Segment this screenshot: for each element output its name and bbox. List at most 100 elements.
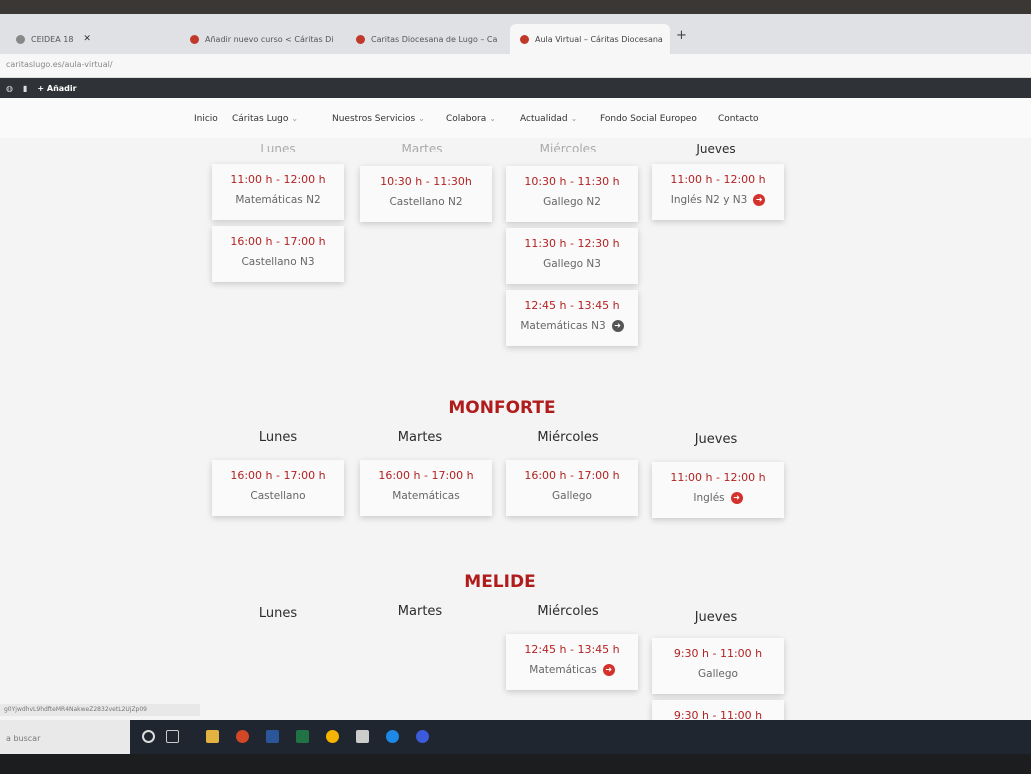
browser-tab[interactable]: Añadir nuevo curso < Cáritas Di ✕: [180, 24, 340, 54]
day-header: Jueves: [694, 610, 738, 625]
day-header: Lunes: [258, 430, 298, 445]
schedule-card[interactable]: 12:45 h - 13:45 h Matemáticas N3 ➜: [506, 290, 638, 346]
day-header: Lunes: [258, 606, 298, 621]
schedule-card[interactable]: 11:00 h - 12:00 h Matemáticas N2: [212, 164, 344, 220]
wp-logo-icon[interactable]: ◍: [6, 84, 13, 93]
day-header: Miércoles: [539, 142, 597, 152]
file-explorer-icon[interactable]: [206, 730, 219, 743]
arrow-right-icon[interactable]: ➜: [753, 194, 766, 206]
schedule-card[interactable]: 11:00 h - 12:00 h Inglés N2 y N3 ➜: [652, 164, 784, 220]
nav-label: Actualidad: [520, 114, 568, 124]
section-title-monforte: MONFORTE: [448, 398, 556, 418]
nav-item-colabora[interactable]: Colabora ⌄: [446, 114, 496, 124]
chrome-icon[interactable]: [326, 730, 339, 743]
arrow-right-icon[interactable]: ➜: [730, 492, 743, 504]
day-header: Martes: [401, 142, 443, 152]
day-header: Jueves: [696, 142, 736, 156]
card-time: 11:00 h - 12:00 h: [670, 173, 766, 186]
browser-tab[interactable]: CEIDEA 18 ✕: [6, 24, 146, 54]
browser-tab[interactable]: Caritas Diocesana de Lugo – Ca ✕: [346, 24, 506, 54]
schedule-card[interactable]: 16:00 h - 17:00 h Gallego: [506, 460, 638, 516]
card-subject: Inglés: [693, 492, 725, 504]
card-time: 16:00 h - 17:00 h: [524, 469, 620, 482]
card-subject: Matemáticas: [529, 664, 597, 676]
site-nav: Inicio Cáritas Lugo ⌄ Nuestros Servicios ⌄…: [0, 98, 1031, 138]
nav-item-fse[interactable]: Fondo Social Europeo: [600, 114, 697, 124]
nav-label: Colabora: [446, 114, 487, 124]
card-subject-row: Inglés N2 y N3 ➜: [652, 194, 784, 206]
schedule-card[interactable]: 12:45 h - 13:45 h Matemáticas ➜: [506, 634, 638, 690]
nav-item-contacto[interactable]: Contacto: [718, 114, 759, 124]
card-subject: Gallego N2: [543, 196, 601, 208]
card-subject: Matemáticas: [392, 490, 460, 502]
cortana-icon[interactable]: [142, 730, 155, 743]
screen: CEIDEA 18 ✕ Añadir nuevo curso < Cáritas…: [0, 14, 1031, 754]
card-time: 10:30 h - 11:30 h: [524, 175, 620, 188]
card-subject: Castellano N3: [241, 256, 315, 268]
schedule-card[interactable]: 16:00 h - 17:00 h Matemáticas: [360, 460, 492, 516]
schedule-card[interactable]: 9:30 h - 11:00 h Gallego: [652, 638, 784, 694]
card-subject-row: Matemáticas N3 ➜: [506, 320, 638, 332]
task-view-icon[interactable]: [166, 730, 179, 743]
card-subject: Castellano: [250, 490, 306, 502]
card-time: 16:00 h - 17:00 h: [378, 469, 474, 482]
favicon-icon: [16, 34, 25, 44]
card-time: 9:30 h - 11:00 h: [673, 647, 763, 660]
nav-label: Nuestros Servicios: [332, 114, 416, 124]
card-time: 16:00 h - 17:00 h: [230, 235, 326, 248]
schedule-card[interactable]: 10:30 h - 11:30h Castellano N2: [360, 166, 492, 222]
arrow-right-icon[interactable]: ➜: [611, 320, 624, 332]
nav-item-servicios[interactable]: Nuestros Servicios ⌄: [332, 114, 425, 124]
card-subject: Matemáticas N2: [235, 194, 321, 206]
card-subject: Gallego: [698, 668, 738, 680]
card-subject-row: Matemáticas ➜: [506, 664, 638, 676]
monitor-bezel-bottom: [0, 754, 1031, 774]
nav-item-caritas-lugo[interactable]: Cáritas Lugo ⌄: [232, 114, 298, 124]
schedule-card[interactable]: 11:00 h - 12:00 h Inglés ➜: [652, 462, 784, 518]
tab-label: Añadir nuevo curso < Cáritas Di: [205, 34, 334, 44]
section-title-melide: MELIDE: [464, 572, 536, 592]
nav-item-actualidad[interactable]: Actualidad ⌄: [520, 114, 577, 124]
card-time: 11:00 h - 12:00 h: [230, 173, 326, 186]
excel-icon[interactable]: [296, 730, 309, 743]
favicon-icon: [356, 34, 365, 44]
comments-icon[interactable]: ▮: [23, 84, 27, 93]
bluetooth-icon[interactable]: [416, 730, 429, 743]
arrow-right-icon[interactable]: ➜: [602, 664, 615, 676]
day-header: Miércoles: [537, 430, 599, 445]
edge-icon[interactable]: [386, 730, 399, 743]
add-new-button[interactable]: + Añadir: [37, 84, 76, 93]
card-subject: Gallego: [552, 490, 592, 502]
chevron-down-icon: ⌄: [291, 114, 299, 123]
monitor: CEIDEA 18 ✕ Añadir nuevo curso < Cáritas…: [0, 0, 1031, 774]
card-time: 11:30 h - 12:30 h: [524, 237, 620, 250]
schedule-card[interactable]: 10:30 h - 11:30 h Gallego N2: [506, 166, 638, 222]
nav-label: Cáritas Lugo: [232, 114, 289, 124]
nav-item-inicio[interactable]: Inicio: [194, 114, 218, 124]
card-time: 10:30 h - 11:30h: [380, 175, 472, 188]
day-header: Lunes: [260, 142, 296, 152]
schedule-card[interactable]: 11:30 h - 12:30 h Gallego N3: [506, 228, 638, 284]
card-subject: Matemáticas N3: [520, 320, 606, 332]
card-time: 12:45 h - 13:45 h: [524, 299, 620, 312]
taskbar-search-input[interactable]: a buscar: [0, 720, 130, 754]
tab-label: Caritas Diocesana de Lugo – Ca: [371, 34, 498, 44]
favicon-icon: [520, 34, 529, 44]
favicon-icon: [190, 34, 199, 44]
tab-label: Aula Virtual – Cáritas Diocesana: [535, 34, 663, 44]
day-header: Martes: [397, 430, 443, 445]
close-icon[interactable]: ✕: [83, 34, 91, 44]
new-tab-button[interactable]: +: [676, 28, 687, 43]
browser-tab-active[interactable]: Aula Virtual – Cáritas Diocesana ✕: [510, 24, 670, 54]
card-subject: Gallego N3: [543, 258, 601, 270]
browser-tabbar: CEIDEA 18 ✕ Añadir nuevo curso < Cáritas…: [0, 14, 1031, 54]
url-text[interactable]: caritaslugo.es/aula-virtual/: [6, 60, 113, 69]
powerpoint-icon[interactable]: [236, 730, 249, 743]
calculator-icon[interactable]: [356, 730, 369, 743]
schedule-card[interactable]: 16:00 h - 17:00 h Castellano: [212, 460, 344, 516]
word-icon[interactable]: [266, 730, 279, 743]
tab-label: CEIDEA 18: [31, 34, 74, 44]
schedule-card[interactable]: 16:00 h - 17:00 h Castellano N3: [212, 226, 344, 282]
address-bar[interactable]: caritaslugo.es/aula-virtual/: [0, 54, 1031, 78]
day-header: Martes: [397, 604, 443, 619]
